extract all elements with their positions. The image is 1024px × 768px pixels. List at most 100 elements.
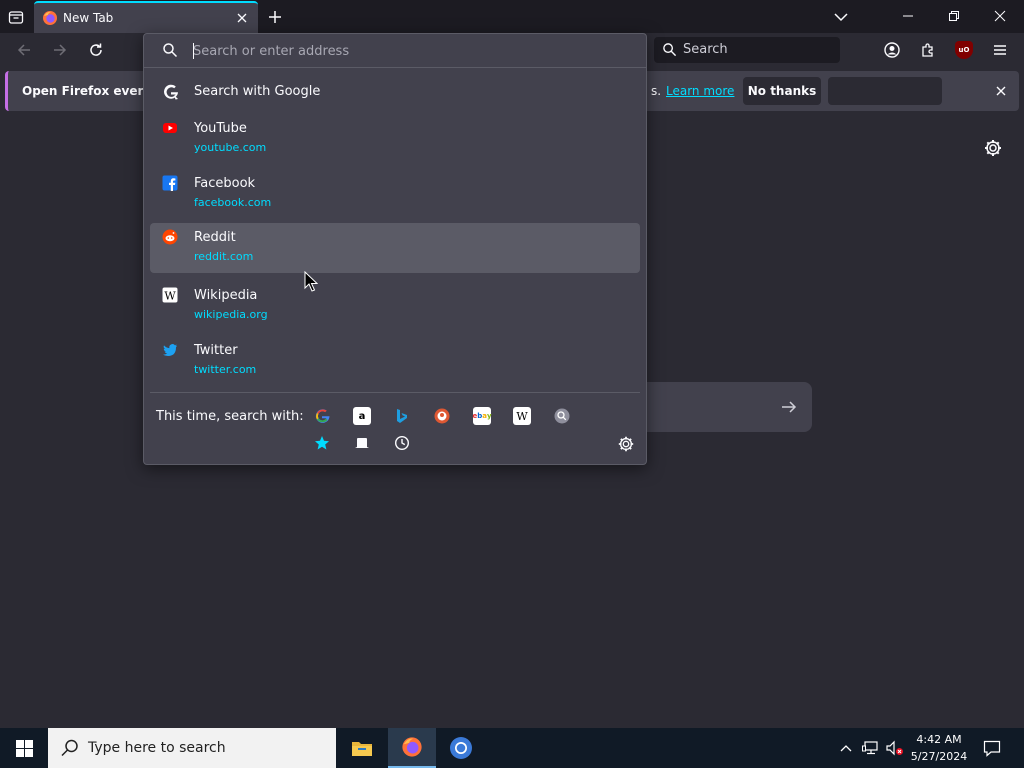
- new-tab-button[interactable]: [264, 6, 286, 28]
- network-tray-button[interactable]: [860, 728, 882, 768]
- tab-new-tab[interactable]: New Tab: [34, 1, 258, 33]
- search-with-label: This time, search with:: [156, 409, 304, 424]
- notification-icon: [983, 740, 1001, 757]
- forward-arrow-icon: [54, 44, 67, 56]
- address-input[interactable]: [193, 40, 633, 62]
- search-with-google-label: Search with Google: [194, 84, 321, 99]
- file-explorer-button[interactable]: [338, 728, 386, 768]
- facebook-icon: [162, 175, 178, 191]
- extensions-button[interactable]: [916, 38, 940, 62]
- suggestion-title: Reddit: [194, 230, 236, 245]
- close-window-button[interactable]: [977, 0, 1023, 32]
- notification-close-button[interactable]: [992, 82, 1010, 100]
- restore-icon: [949, 11, 959, 21]
- suggestion-title: Facebook: [194, 176, 256, 191]
- notification-message-tail: s.: [651, 84, 662, 98]
- folder-icon: [352, 742, 372, 756]
- firefox-icon: [402, 737, 422, 757]
- suggestion-row[interactable]: Twitter twitter.com: [150, 336, 640, 386]
- search-engine-icon[interactable]: [553, 407, 571, 425]
- mouse-cursor-icon: [304, 271, 318, 292]
- tab-close-icon[interactable]: [234, 10, 250, 26]
- search-bar-label: Search: [683, 42, 728, 57]
- amazon-icon[interactable]: a: [353, 407, 371, 425]
- tab-strip: New Tab: [0, 0, 1024, 33]
- firefox-view-button[interactable]: [4, 5, 28, 29]
- suggestion-row-selected[interactable]: Reddit reddit.com: [150, 223, 640, 273]
- chrome-taskbar-button[interactable]: [437, 728, 485, 768]
- firefox-taskbar-button[interactable]: [388, 728, 436, 768]
- firefox-view-icon: [8, 11, 24, 24]
- search-with-google-row[interactable]: Search with Google: [150, 76, 640, 106]
- show-hidden-icons-button[interactable]: [836, 728, 856, 768]
- newtab-search-box[interactable]: [640, 382, 812, 432]
- learn-more-link[interactable]: Learn more: [666, 84, 734, 98]
- suggestion-url: twitter.com: [194, 363, 257, 376]
- bookmarks-icon[interactable]: [313, 434, 331, 452]
- svg-text:W: W: [164, 290, 176, 303]
- duckduckgo-icon[interactable]: [433, 407, 451, 425]
- taskbar-search-box[interactable]: Type here to search: [48, 728, 336, 768]
- windows-taskbar: Type here to search 4:42 AM 5/27/2024: [0, 728, 1024, 768]
- notification-primary-button[interactable]: [828, 77, 942, 105]
- suggestion-row[interactable]: Facebook facebook.com: [150, 169, 640, 219]
- chromium-icon: [450, 737, 472, 759]
- back-arrow-icon: [17, 44, 30, 56]
- reddit-icon: [162, 229, 178, 245]
- suggestion-row[interactable]: YouTube youtube.com: [150, 114, 640, 164]
- chevron-up-icon: [840, 745, 852, 752]
- no-thanks-button[interactable]: No thanks: [743, 77, 821, 105]
- firefox-icon: [43, 11, 57, 25]
- suggestion-url: wikipedia.org: [194, 308, 268, 321]
- forward-button[interactable]: [48, 38, 72, 62]
- minimize-icon: [903, 15, 913, 17]
- history-icon[interactable]: [393, 434, 411, 452]
- arrow-right-icon[interactable]: [780, 398, 798, 416]
- volume-tray-button[interactable]: [884, 728, 906, 768]
- start-button[interactable]: [0, 728, 48, 768]
- puzzle-icon: [922, 43, 933, 57]
- network-icon: [862, 741, 878, 755]
- search-settings-gear-icon[interactable]: [617, 435, 635, 453]
- search-icon: [61, 739, 78, 757]
- reload-button[interactable]: [84, 38, 108, 62]
- tabs-icon[interactable]: [353, 434, 371, 452]
- wikipedia-icon[interactable]: W: [513, 407, 531, 425]
- bing-icon[interactable]: [393, 407, 411, 425]
- suggestion-title: Twitter: [194, 343, 238, 358]
- taskbar-clock[interactable]: 4:42 AM 5/27/2024: [904, 731, 974, 765]
- hamburger-menu-icon: [994, 45, 1006, 55]
- divider: [150, 392, 640, 393]
- ebay-icon[interactable]: ebay: [472, 407, 492, 425]
- tab-title: New Tab: [63, 11, 114, 25]
- minimize-button[interactable]: [885, 0, 931, 32]
- list-all-tabs-icon[interactable]: [830, 6, 852, 28]
- ublock-origin-icon[interactable]: uO: [955, 41, 973, 59]
- restore-button[interactable]: [931, 0, 977, 32]
- ublock-label: uO: [958, 46, 970, 54]
- clock-time: 4:42 AM: [916, 733, 962, 746]
- windows-logo-icon: [15, 739, 33, 757]
- back-button[interactable]: [12, 38, 36, 62]
- account-button[interactable]: [880, 38, 904, 62]
- suggestion-row[interactable]: W Wikipedia wikipedia.org: [150, 281, 640, 331]
- close-icon: [994, 10, 1006, 22]
- google-icon: [164, 84, 178, 100]
- youtube-icon: [163, 123, 177, 133]
- suggestion-url: youtube.com: [194, 141, 267, 154]
- google-icon[interactable]: [313, 407, 331, 425]
- plus-icon: [269, 11, 281, 23]
- menu-button[interactable]: [988, 38, 1012, 62]
- address-bar[interactable]: [144, 34, 646, 68]
- wikipedia-icon: W: [162, 287, 178, 303]
- suggestion-title: Wikipedia: [194, 288, 258, 303]
- search-bar[interactable]: Search: [654, 37, 840, 63]
- search-icon: [163, 43, 178, 58]
- suggestion-url: reddit.com: [194, 250, 254, 263]
- suggestion-url: facebook.com: [194, 196, 272, 209]
- gear-icon[interactable]: [983, 138, 1003, 158]
- close-icon: [996, 86, 1006, 96]
- account-icon: [884, 42, 900, 58]
- taskbar-search-placeholder: Type here to search: [88, 740, 226, 756]
- action-center-button[interactable]: [980, 728, 1004, 768]
